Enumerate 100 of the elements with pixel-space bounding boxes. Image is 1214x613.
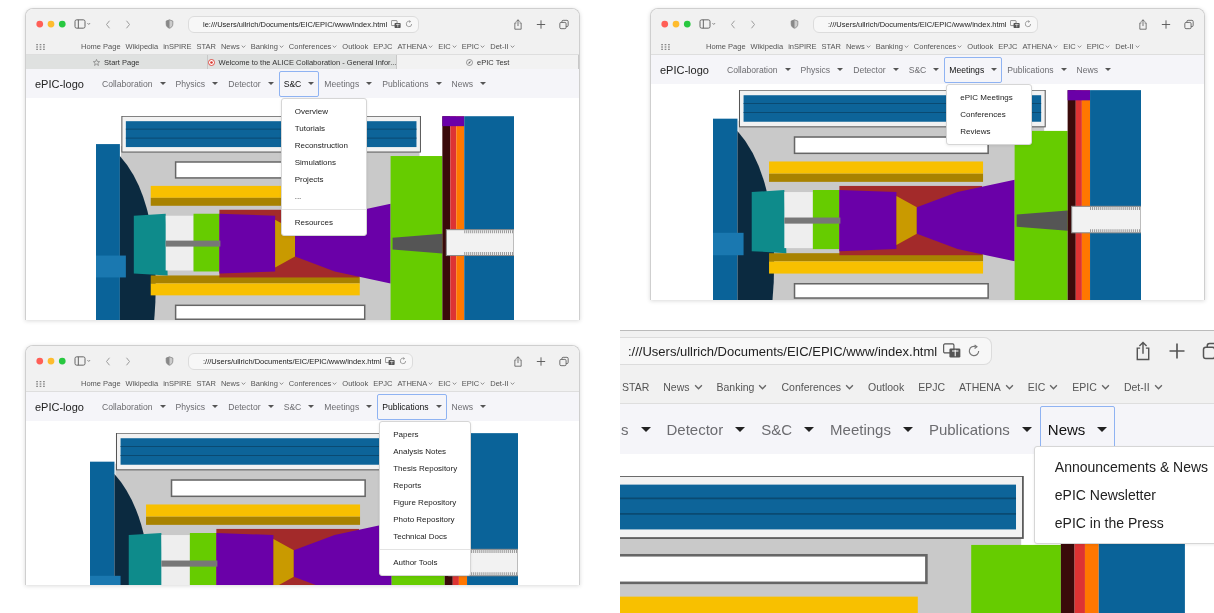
dropdown-item[interactable]: Figure Repository [380, 493, 471, 511]
nav-menu-item[interactable]: S&C [753, 406, 823, 452]
dropdown-item[interactable]: Conferences [947, 105, 1032, 123]
new-tab-icon[interactable] [536, 355, 546, 367]
nav-menu-item[interactable]: News [1071, 56, 1117, 83]
nav-menu-item[interactable]: Publications [377, 70, 447, 97]
forward-icon[interactable] [125, 19, 131, 29]
nav-menu-item[interactable]: Physics [795, 56, 849, 83]
forward-icon[interactable] [750, 19, 756, 29]
nav-menu-item[interactable]: Publications [1002, 56, 1072, 83]
shield-icon[interactable] [165, 19, 174, 29]
nav-menu-item[interactable]: Detector [658, 406, 754, 452]
window-controls-icon[interactable] [661, 20, 691, 28]
nav-menu-item[interactable]: Publications [377, 393, 447, 420]
grid-icon[interactable] [661, 43, 670, 50]
new-tab-icon[interactable] [1168, 341, 1186, 361]
site-logo-text[interactable]: ePIC-logo [35, 400, 84, 413]
translate-icon[interactable] [391, 19, 402, 29]
address-field[interactable]: :///Users/ullrich/Documents/EIC/EPIC/www/index.html [620, 337, 993, 365]
nav-menu-item[interactable]: Detector [848, 56, 904, 83]
bookmark-link[interactable]: EIC [1027, 381, 1059, 393]
new-tab-icon[interactable] [1161, 18, 1171, 30]
nav-menu-item[interactable]: S&C [278, 70, 320, 97]
dropdown-item[interactable]: Author Tools [380, 553, 471, 571]
window-controls-icon[interactable] [36, 20, 66, 28]
nav-menu-item[interactable]: News [446, 70, 492, 97]
forward-icon[interactable] [125, 356, 131, 366]
dropdown-item[interactable]: Projects [281, 170, 366, 188]
dropdown-item[interactable]: Analysis Notes [380, 442, 471, 460]
dropdown-item[interactable]: Thesis Repository [380, 459, 471, 477]
dropdown-item[interactable]: Announcements & News [1034, 453, 1214, 481]
dropdown-item[interactable]: Tutorials [281, 119, 366, 137]
sidebar-icon[interactable] [74, 356, 91, 366]
nav-menu-item[interactable]: Detector [223, 70, 279, 97]
back-icon[interactable] [730, 19, 736, 29]
caret-icon [640, 426, 651, 432]
dropdown-item[interactable]: Resources [281, 213, 366, 231]
dropdown-item[interactable]: Photo Repository [380, 510, 471, 528]
sidebar-icon[interactable] [699, 19, 716, 29]
dropdown-item[interactable]: Reconstruction [281, 136, 366, 154]
nav-menu-item[interactable]: s [620, 406, 659, 452]
dropdown-item[interactable]: ... [281, 187, 366, 205]
bookmark-link[interactable]: Outlook [868, 381, 905, 393]
caret-icon [933, 68, 940, 71]
translate-icon[interactable] [1010, 19, 1021, 29]
caret-icon [480, 82, 487, 85]
bookmark-link[interactable]: EPIC [1072, 381, 1110, 393]
window-controls-icon[interactable] [36, 357, 66, 365]
dropdown-item[interactable]: Technical Docs [380, 527, 471, 545]
reload-icon[interactable] [405, 20, 414, 28]
bookmark-link[interactable]: Det-II [1123, 381, 1163, 393]
back-icon[interactable] [105, 356, 111, 366]
nav-menu-item[interactable]: Meetings [319, 70, 378, 97]
bookmark-link[interactable]: EPJC [918, 381, 946, 393]
nav-menu-item[interactable]: Physics [170, 393, 224, 420]
reload-icon[interactable] [967, 344, 982, 358]
bookmark-link[interactable]: STAR [622, 381, 650, 393]
caret-icon [267, 82, 274, 85]
dropdown-item[interactable]: Papers [380, 425, 471, 443]
back-icon[interactable] [105, 19, 111, 29]
caret-icon [212, 82, 219, 85]
grid-icon[interactable] [36, 380, 45, 387]
caret-icon [902, 426, 913, 432]
reload-icon[interactable] [399, 357, 408, 365]
bookmark-link[interactable]: ATHENA [959, 381, 1014, 393]
dropdown-item[interactable]: Reviews [947, 122, 1032, 140]
new-tab-icon[interactable] [536, 18, 546, 30]
shield-icon[interactable] [790, 19, 799, 29]
sidebar-icon[interactable] [74, 19, 91, 29]
dropdown-item[interactable]: Simulations [281, 153, 366, 171]
nav-menu-item[interactable]: Physics [170, 70, 224, 97]
dropdown-item[interactable]: Overview [281, 102, 366, 120]
share-icon[interactable] [1134, 341, 1152, 361]
dropdown-item[interactable]: ePIC in the Press [1034, 509, 1214, 537]
site-logo-text[interactable]: ePIC-logo [660, 63, 709, 76]
nav-menu-item[interactable]: Collaboration [721, 56, 796, 83]
site-logo-text[interactable]: ePIC-logo [35, 77, 84, 90]
nav-menu-item[interactable]: Collaboration [96, 70, 171, 97]
grid-icon[interactable] [36, 43, 45, 50]
nav-menu-item[interactable]: Meetings [822, 406, 921, 452]
translate-icon[interactable] [385, 356, 396, 366]
nav-menu-item[interactable]: News [446, 393, 492, 420]
shield-icon[interactable] [165, 356, 174, 366]
bookmark-link[interactable]: News [663, 381, 703, 393]
tabs-overview-icon[interactable] [559, 18, 569, 30]
nav-menu-item[interactable]: Collaboration [96, 393, 171, 420]
nav-menu-item[interactable]: Detector [223, 393, 279, 420]
dropdown-item[interactable]: ePIC Newsletter [1034, 481, 1214, 509]
bookmark-link[interactable]: Conferences [781, 381, 854, 393]
tabs-overview-icon[interactable] [559, 355, 569, 367]
nav-menu-item[interactable]: S&C [278, 393, 320, 420]
nav-menu-item[interactable]: S&C [903, 56, 945, 83]
reload-icon[interactable] [1024, 20, 1033, 28]
nav-menu-item[interactable]: Meetings [319, 393, 378, 420]
tabs-overview-icon[interactable] [1184, 18, 1194, 30]
bookmark-link[interactable]: Banking [716, 381, 768, 393]
dropdown-item[interactable]: ePIC Meetings [947, 88, 1032, 106]
nav-menu-item[interactable]: Meetings [944, 56, 1003, 83]
dropdown-item[interactable]: Reports [380, 476, 471, 494]
translate-icon[interactable] [943, 343, 962, 359]
